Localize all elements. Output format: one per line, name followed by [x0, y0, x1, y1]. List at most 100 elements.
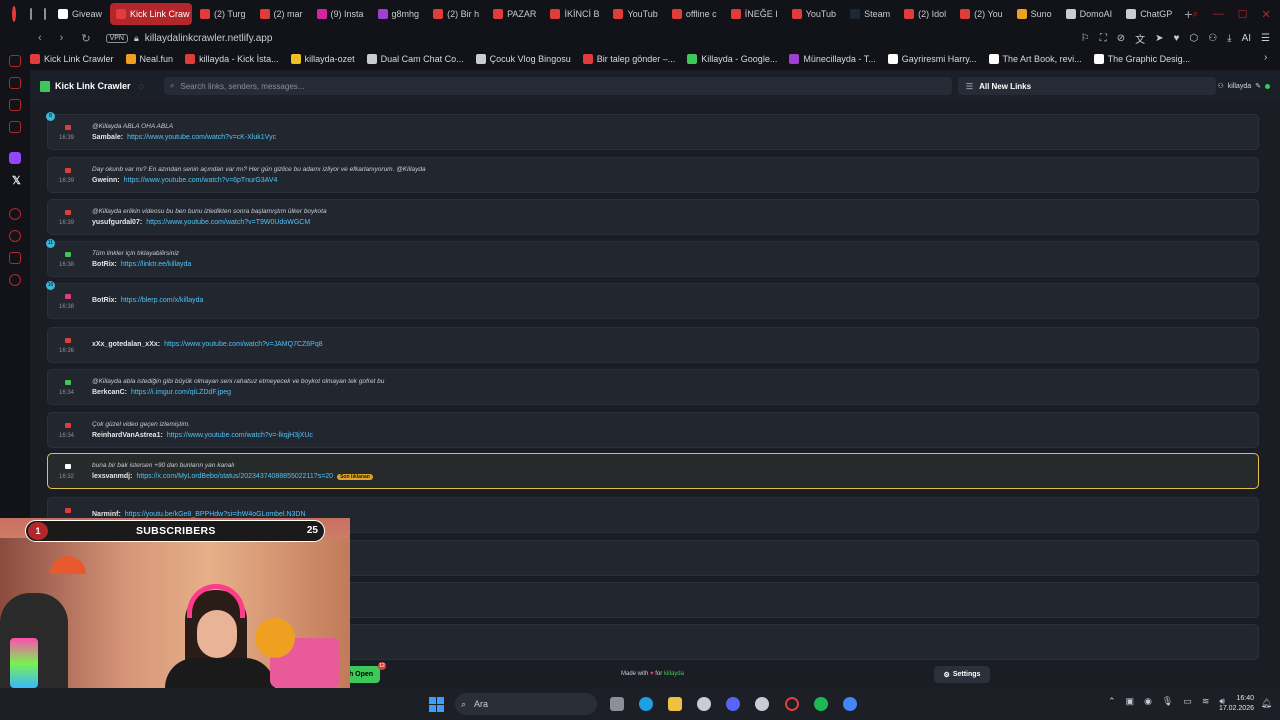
- message-link[interactable]: https://blerp.com/x/killayda: [121, 297, 203, 304]
- link-card[interactable]: 16:34 @Killayda abla istediğin gibi büyük…: [47, 369, 1259, 405]
- sidebar-whatsapp-icon[interactable]: [9, 99, 21, 111]
- message-link[interactable]: https://www.youtube.com/watch?v=6pTnurG3…: [124, 177, 278, 184]
- search-tabs-icon[interactable]: ⌕: [1192, 8, 1198, 21]
- account-icon[interactable]: ⚇: [1208, 33, 1217, 44]
- bookmark-item[interactable]: The Graphic Desig...: [1093, 54, 1190, 64]
- bookmark-icon[interactable]: ⚐: [1081, 33, 1090, 44]
- link-card[interactable]: 16:38 Tüm linkler için tıklayabilirsiniz B…: [47, 241, 1259, 277]
- chat-bubble-icon[interactable]: ◌: [139, 81, 144, 91]
- tray-chevron-icon[interactable]: ⌃: [1108, 696, 1116, 707]
- browser-tab[interactable]: g8mhg: [372, 3, 426, 25]
- browser-tab[interactable]: İNEĞE I: [725, 3, 784, 25]
- sidebar-instagram-icon[interactable]: [9, 121, 21, 133]
- opera-taskbar-icon[interactable]: [785, 697, 799, 711]
- browser-tab[interactable]: (2) Turg: [194, 3, 252, 25]
- bookmark-item[interactable]: Dual Cam Chat Co...: [366, 54, 464, 64]
- message-link[interactable]: https://linktr.ee/killayda: [121, 261, 191, 268]
- browser-tab[interactable]: (2) You: [954, 3, 1009, 25]
- bookmark-item[interactable]: Gayriresmi Harry...: [887, 54, 977, 64]
- browser-tab[interactable]: (2) mar: [254, 3, 309, 25]
- search-input[interactable]: ⌕ Search links, senders, messages...: [163, 77, 952, 95]
- url-field[interactable]: killaydalinkcrawler.netlify.app: [145, 33, 273, 44]
- sidebar-aria-icon[interactable]: [9, 55, 21, 67]
- bookmark-item[interactable]: Neal.fun: [125, 54, 173, 64]
- send-icon[interactable]: ➤: [1155, 33, 1163, 44]
- browser-tab[interactable]: Steam: [844, 3, 896, 25]
- sidebar-player-icon[interactable]: [9, 208, 21, 220]
- bookmark-item[interactable]: Çocuk Vlog Bingosu: [475, 54, 571, 64]
- tray-display-icon[interactable]: ▭: [1183, 696, 1192, 707]
- extensions-icon[interactable]: ⬡: [1189, 33, 1198, 44]
- browser-tab[interactable]: (2) Bir h: [427, 3, 485, 25]
- tray-nvidia-icon[interactable]: ◉: [1144, 696, 1152, 707]
- forward-button[interactable]: ›: [60, 32, 64, 44]
- tab-search-icon[interactable]: [44, 8, 46, 20]
- browser-tab[interactable]: YouTub: [607, 3, 663, 25]
- block-icon[interactable]: ⊘: [1117, 33, 1125, 44]
- browser-tab[interactable]: Giveaw: [52, 3, 108, 25]
- ai-button[interactable]: AI: [1242, 33, 1251, 44]
- browser-tab[interactable]: İKİNCİ B: [544, 3, 605, 25]
- bookmark-item[interactable]: killayda - Kick İsta...: [185, 54, 279, 64]
- browser-tab[interactable]: Suno: [1011, 3, 1058, 25]
- edit-user-icon[interactable]: ✎: [1255, 82, 1261, 90]
- sidebar-twitch-icon[interactable]: [9, 152, 21, 164]
- link-card[interactable]: 16:39 @Killayda ABLA OHA ABLA Sambale: http…: [47, 114, 1259, 150]
- screenshot-icon[interactable]: ⛶: [1100, 33, 1107, 44]
- sidebar-settings-icon[interactable]: [9, 274, 21, 286]
- lock-icon[interactable]: 🔒︎: [134, 33, 139, 44]
- link-card[interactable]: 16:38 BotRix: https://blerp.com/x/killayda: [47, 283, 1259, 319]
- browser-tab[interactable]: offline c: [666, 3, 723, 25]
- sidebar-x-icon[interactable]: 𝕏: [12, 174, 21, 187]
- settings-button[interactable]: ⚙ Settings: [934, 666, 990, 683]
- link-card[interactable]: 16:32 buna bir bak istersen +90 dan bunla…: [47, 453, 1259, 489]
- bookmark-item[interactable]: Bir talep gönder –...: [582, 54, 675, 64]
- close-window-button[interactable]: ✕: [1261, 8, 1270, 21]
- link-card[interactable]: 16:39 @Killayda erlikin videosu bu ben bu…: [47, 199, 1259, 235]
- new-tab-button[interactable]: +: [1184, 6, 1192, 22]
- translate-icon[interactable]: 文: [1135, 31, 1145, 46]
- notification-bell-icon[interactable]: 🔔︎: [1261, 698, 1272, 709]
- message-link[interactable]: https://www.youtube.com/watch?v=JAMQ7CZ6…: [164, 341, 323, 348]
- opera-logo-icon[interactable]: [12, 6, 16, 22]
- message-link[interactable]: https://x.com/MyLordBebo/status/20234374…: [136, 473, 333, 480]
- edge-icon[interactable]: [639, 697, 653, 711]
- bookmark-item[interactable]: Kick Link Crawler: [30, 54, 114, 64]
- message-link[interactable]: https://youtu.be/kGe8_BPPHdw?si=ihW4oGLo…: [125, 511, 306, 518]
- bookmark-item[interactable]: Killayda - Google...: [687, 54, 777, 64]
- message-link[interactable]: https://www.youtube.com/watch?v=T9W0UdoW…: [146, 219, 310, 226]
- bookmark-item[interactable]: killayda-ozet: [290, 54, 355, 64]
- file-explorer-icon[interactable]: [668, 697, 682, 711]
- tray-mic-icon[interactable]: 🎙︎: [1162, 696, 1173, 707]
- back-button[interactable]: ‹: [38, 32, 42, 44]
- discord-icon[interactable]: [726, 697, 740, 711]
- minimize-button[interactable]: —: [1213, 8, 1224, 21]
- message-link[interactable]: https://www.youtube.com/watch?v=-lkqjH3j…: [167, 432, 313, 439]
- taskbar-search[interactable]: ⌕ Ara: [455, 693, 597, 715]
- link-card[interactable]: 16:39 Day okunb var mı? En azından senin …: [47, 157, 1259, 193]
- taskbar-clock[interactable]: 16:40 17.02.2026: [1219, 694, 1254, 714]
- steam-icon[interactable]: [697, 697, 711, 711]
- tray-app-icon[interactable]: ▣: [1126, 696, 1135, 707]
- bookmark-item[interactable]: The Art Book, revi...: [988, 54, 1082, 64]
- link-card[interactable]: 16:34 Çok güzel video geçen izlemiştim. Re…: [47, 412, 1259, 448]
- spotify-icon[interactable]: [814, 697, 828, 711]
- maximize-button[interactable]: ☐: [1238, 8, 1248, 21]
- browser-tab[interactable]: YouTub: [786, 3, 842, 25]
- workspaces-icon[interactable]: [30, 8, 32, 20]
- tray-wifi-icon[interactable]: ≋: [1202, 696, 1210, 707]
- chrome-icon[interactable]: [843, 697, 857, 711]
- filter-dropdown[interactable]: ☰ All New Links: [957, 77, 1216, 95]
- message-link[interactable]: https://www.youtube.com/watch?v=cK-Xluk1…: [127, 134, 276, 141]
- menu-icon[interactable]: ☰: [1261, 33, 1270, 44]
- link-card[interactable]: 16:36 xXx_gotedalan_xXx: https://www.youtu…: [47, 327, 1259, 363]
- browser-tab[interactable]: DomoAI: [1060, 3, 1119, 25]
- obs-icon[interactable]: [755, 697, 769, 711]
- browser-tab[interactable]: Kick Link Craw: [110, 3, 193, 25]
- bookmarks-more-chevron-icon[interactable]: ›: [1264, 52, 1267, 63]
- browser-tab[interactable]: (9) Insta: [311, 3, 370, 25]
- vpn-badge[interactable]: VPN: [105, 33, 128, 43]
- download-icon[interactable]: ⤓: [1227, 33, 1231, 44]
- bookmark-item[interactable]: Münecillayda - T...: [789, 54, 876, 64]
- browser-tab[interactable]: (2) Idol: [898, 3, 952, 25]
